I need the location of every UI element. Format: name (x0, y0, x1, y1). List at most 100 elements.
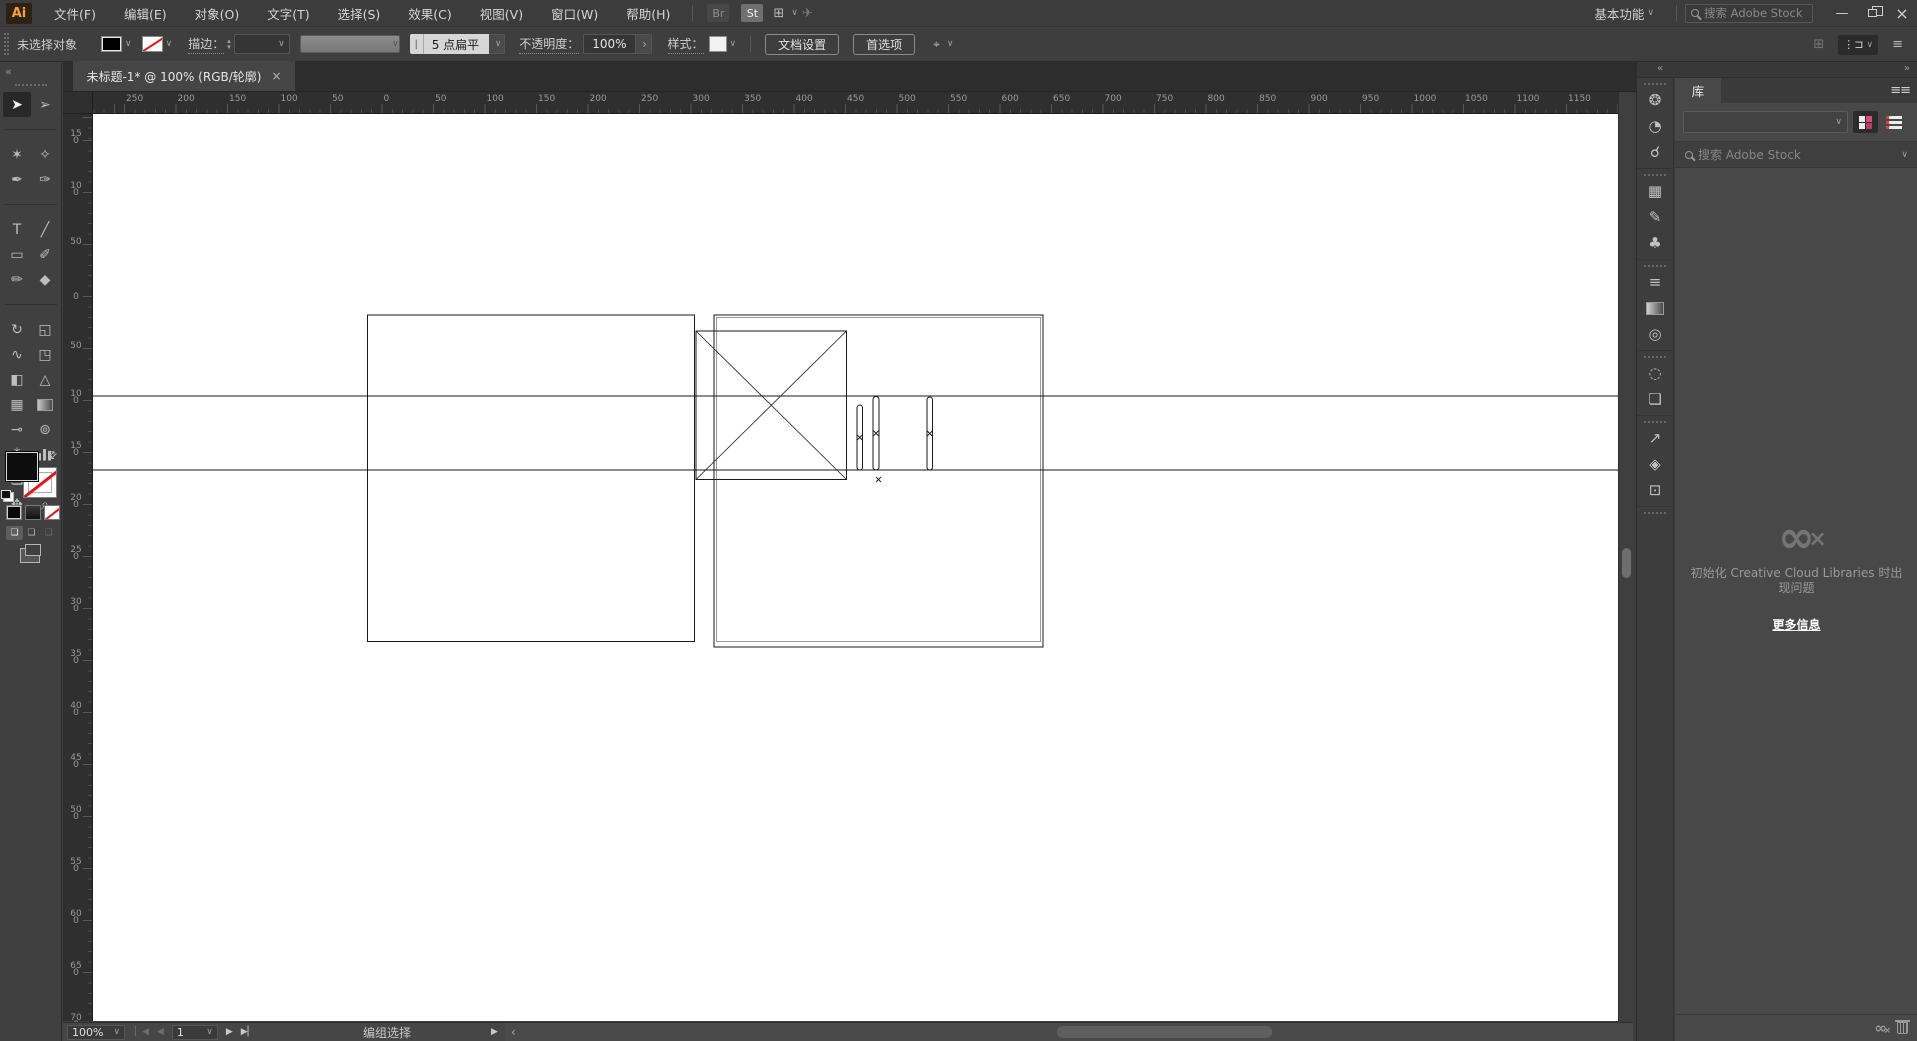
drag-handle[interactable] (1644, 421, 1666, 423)
panel-dock-toggle[interactable]: ⋮⊐ ∨ (1838, 34, 1879, 55)
bridge-button[interactable]: Br (707, 4, 730, 22)
last-artboard-icon[interactable]: ▶▏ (241, 1027, 255, 1037)
center-point-marker[interactable] (873, 430, 879, 437)
library-select-combo[interactable]: ∨ (1683, 111, 1848, 133)
color-button[interactable] (6, 505, 22, 520)
draw-inside-button[interactable]: ❏ (40, 526, 57, 540)
perspective-grid-tool[interactable]: △ (31, 367, 59, 392)
menu-item-0[interactable]: 文件(F) (40, 4, 110, 23)
grid-view-button[interactable] (1853, 111, 1878, 133)
rectangle-tool[interactable]: ▭ (3, 242, 31, 267)
direct-selection-tool[interactable]: ➢ (31, 92, 59, 117)
swap-fill-stroke-icon[interactable]: ⇄ (46, 449, 60, 463)
next-artboard-icon[interactable]: ▶ (226, 1027, 233, 1037)
artboard-canvas[interactable] (93, 114, 1618, 1021)
menu-item-2[interactable]: 对象(O) (181, 4, 254, 23)
horizontal-scrollbar[interactable]: ‹ (505, 1022, 1633, 1041)
menu-item-6[interactable]: 视图(V) (466, 4, 537, 23)
close-tab-icon[interactable]: × (271, 69, 281, 83)
magic-wand-tool[interactable]: ✶ (3, 142, 31, 167)
first-artboard-icon[interactable]: ▏◀ (135, 1027, 149, 1037)
chevron-down-icon[interactable]: ∨ (791, 8, 798, 18)
drag-handle[interactable] (1644, 265, 1666, 267)
opacity-label[interactable]: 不透明度： (519, 35, 580, 54)
menu-item-1[interactable]: 编辑(E) (110, 4, 181, 23)
restore-button[interactable] (1857, 2, 1887, 24)
draw-behind-button[interactable]: ❏ (23, 526, 40, 540)
variable-width-profile-combo[interactable]: ∨ (299, 35, 400, 53)
gradient-tool[interactable] (31, 392, 59, 417)
center-point-marker[interactable] (856, 434, 863, 441)
drag-handle[interactable] (1644, 83, 1666, 85)
stroke-color-swatch[interactable] (141, 36, 163, 52)
artboards-icon[interactable]: ⊡ (1637, 477, 1674, 503)
drag-handle[interactable] (1644, 174, 1666, 176)
stroke-weight-label[interactable]: 描边： (188, 35, 225, 54)
gradient-button[interactable] (25, 505, 41, 520)
vertical-scrollbar[interactable] (1618, 92, 1633, 1021)
type-tool[interactable]: T (3, 217, 31, 242)
preferences-button[interactable]: 首选项 (853, 33, 916, 55)
horizontal-ruler[interactable]: 250 200 150 100 50 0 50 100 150 200 250 300 350 400 45… (63, 92, 1618, 114)
graphic-styles-icon[interactable]: ❏ (1637, 386, 1674, 412)
color-themes-icon[interactable]: ☌ (1637, 139, 1674, 165)
artwork-layer[interactable] (93, 114, 1618, 1021)
panel-menu-icon[interactable]: ≡≡ (1890, 83, 1911, 98)
center-point-marker[interactable] (875, 476, 882, 483)
workspace-switcher[interactable]: 基本功能 ∨ (1594, 4, 1654, 23)
tab-libraries[interactable]: 库 (1675, 78, 1721, 103)
change-screen-mode-button[interactable] (20, 544, 41, 563)
drag-handle[interactable] (1644, 512, 1666, 514)
mesh-tool[interactable]: ▦ (3, 392, 31, 417)
previous-artboard-icon[interactable]: ◀ (157, 1027, 164, 1037)
adobe-stock-search-input[interactable]: 搜索 Adobe Stock (1685, 3, 1813, 23)
default-fill-stroke-icon[interactable] (1, 490, 14, 502)
menu-item-5[interactable]: 效果(C) (394, 4, 465, 23)
drag-handle[interactable] (15, 84, 47, 86)
chevron-down-icon[interactable]: ∨ (947, 39, 954, 49)
brush-definition-combo[interactable]: | 5 点扁平 ∨ (409, 34, 506, 54)
ruler-origin-corner[interactable] (63, 92, 93, 114)
none-button[interactable] (44, 505, 60, 520)
stock-button[interactable]: St (741, 4, 764, 22)
swatches-icon[interactable]: ▦ (1637, 178, 1674, 204)
draw-normal-button[interactable]: ❏ (6, 526, 23, 540)
chevron-down-icon[interactable]: ∨ (166, 39, 173, 49)
scale-tool[interactable]: ◱ (31, 317, 59, 342)
vertical-ruler[interactable]: 150 100 50 0 50 100 150 200 250 300 350 400 450 500 55… (63, 114, 93, 1030)
horizontal-scrollbar-thumb[interactable] (1057, 1026, 1272, 1038)
shape-builder-tool[interactable]: ◧ (3, 367, 31, 392)
arrange-documents-icon[interactable]: ⊞ (773, 6, 784, 21)
fill-stroke-proxy[interactable]: ⇄ (1, 449, 60, 502)
rectangle-right-outer[interactable] (713, 314, 1044, 648)
chevron-down-icon[interactable]: ∨ (125, 39, 132, 49)
fill-color-swatch[interactable] (101, 36, 123, 52)
menu-item-3[interactable]: 文字(T) (253, 4, 323, 23)
collapse-strip-icon[interactable]: « (1657, 63, 1663, 74)
lasso-tool[interactable]: ✧ (31, 142, 59, 167)
close-button[interactable]: × (1887, 2, 1917, 24)
artboard-number-combo[interactable]: 1 ∨ (171, 1024, 218, 1040)
asset-export-icon[interactable]: ↗ (1637, 425, 1674, 451)
drag-handle[interactable] (4, 33, 9, 55)
stroke-icon[interactable]: ≡ (1637, 269, 1674, 295)
libraries-search-input[interactable]: 搜索 Adobe Stock ∨ (1675, 141, 1917, 168)
pen-tool[interactable]: ✒ (3, 167, 31, 192)
color-panel-icon[interactable]: ❂ (1637, 87, 1674, 113)
list-view-button[interactable] (1883, 111, 1905, 133)
cc-sync-error-icon[interactable]: ∞ × (1875, 1020, 1892, 1036)
list-view-icon[interactable]: ≡ (1892, 37, 1903, 52)
curvature-tool[interactable]: ✑ (31, 167, 59, 192)
minimize-button[interactable]: — (1827, 2, 1857, 24)
drag-handle[interactable] (1644, 356, 1666, 358)
appearance-icon[interactable]: ◌ (1637, 360, 1674, 386)
width-tool[interactable]: ∿ (3, 342, 31, 367)
blend-tool[interactable]: ⊚ (31, 417, 59, 442)
status-expand-icon[interactable]: ▶ (491, 1027, 498, 1037)
rotate-tool[interactable]: ↻ (3, 317, 31, 342)
brushes-icon[interactable]: ✎ (1637, 204, 1674, 230)
document-setup-button[interactable]: 文档设置 (765, 33, 840, 55)
line-segment-tool[interactable]: ╱ (31, 217, 59, 242)
more-info-link[interactable]: 更多信息 (1772, 616, 1820, 633)
collapse-toolbar-icon[interactable]: « (5, 65, 12, 78)
